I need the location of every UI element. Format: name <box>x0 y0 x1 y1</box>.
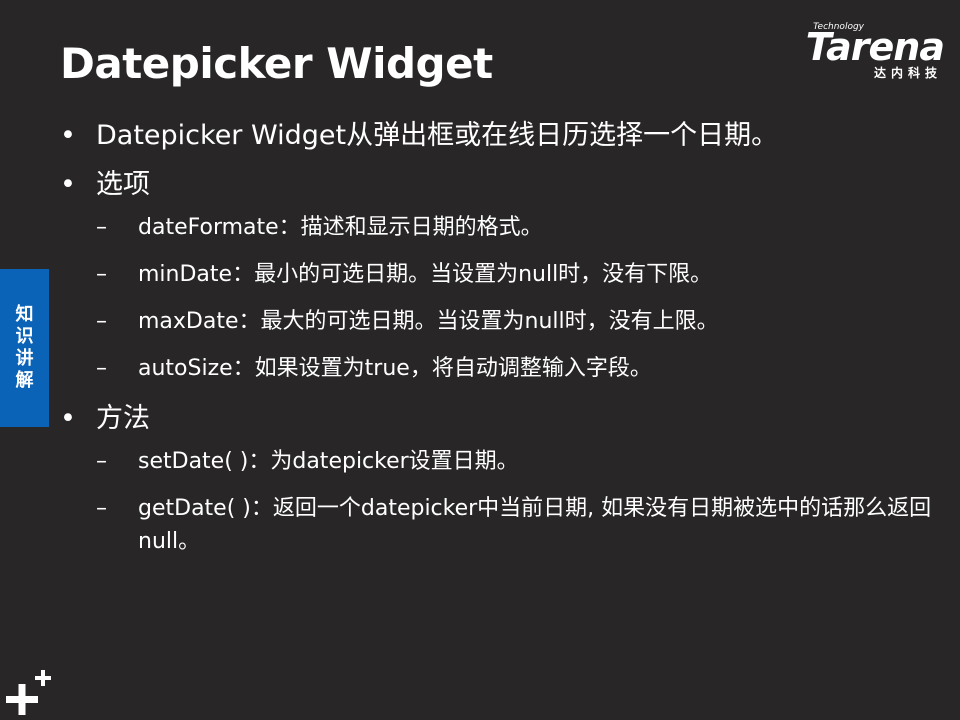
sub-item-text: maxDate：最大的可选日期。当设置为null时，没有上限。 <box>138 309 719 334</box>
sub-item-text: setDate( )：为datepicker设置日期。 <box>138 449 519 474</box>
sub-item: – dateFormate：描述和显示日期的格式。 <box>96 211 940 244</box>
bullet-marker: • <box>60 169 76 200</box>
bullet-item: • 选项 – dateFormate：描述和显示日期的格式。 – minDate：最小的可… <box>60 165 940 385</box>
sub-list: – dateFormate：描述和显示日期的格式。 – minDate：最小的可选日期… <box>96 211 940 385</box>
dash-marker: – <box>96 496 107 521</box>
slide: Datepicker Widget Technology Tarena 达内科技… <box>0 0 960 720</box>
sub-item-text: minDate：最小的可选日期。当设置为null时，没有下限。 <box>138 262 713 287</box>
side-tab-char: 知 <box>15 304 34 325</box>
sub-item: – maxDate：最大的可选日期。当设置为null时，没有上限。 <box>96 305 940 338</box>
bullet-marker: • <box>60 120 76 151</box>
sub-item: – setDate( )：为datepicker设置日期。 <box>96 445 940 478</box>
bullet-text: Datepicker Widget从弹出框或在线日历选择一个日期。 <box>96 120 779 151</box>
sub-item: – getDate( )：返回一个datepicker中当前日期, 如果没有日期被… <box>96 492 940 558</box>
bullet-item: • Datepicker Widget从弹出框或在线日历选择一个日期。 <box>60 116 940 156</box>
bullet-item: • 方法 – setDate( )：为datepicker设置日期。 – getDate(… <box>60 399 940 558</box>
sub-item: – minDate：最小的可选日期。当设置为null时，没有下限。 <box>96 258 940 291</box>
sub-item-text: dateFormate：描述和显示日期的格式。 <box>138 215 543 240</box>
sub-item-text: getDate( )：返回一个datepicker中当前日期, 如果没有日期被选… <box>138 496 932 554</box>
side-tab-char: 解 <box>15 370 34 391</box>
sub-list: – setDate( )：为datepicker设置日期。 – getDate( )：… <box>96 445 940 558</box>
side-tab-char: 识 <box>15 326 34 347</box>
bullet-text: 方法 <box>96 403 150 434</box>
dash-marker: – <box>96 309 107 334</box>
slide-title: Datepicker Widget <box>60 39 493 88</box>
side-tab-char: 讲 <box>15 348 34 369</box>
dash-marker: – <box>96 215 107 240</box>
dash-marker: – <box>96 262 107 287</box>
bullet-marker: • <box>60 403 76 434</box>
dash-marker: – <box>96 356 107 381</box>
plus-decoration-icon <box>6 670 51 715</box>
logo-chinese-name: 达内科技 <box>873 66 942 80</box>
bullet-list: • Datepicker Widget从弹出框或在线日历选择一个日期。 • 选项 – da… <box>60 116 940 572</box>
side-tab-knowledge: 知 识 讲 解 <box>0 269 49 427</box>
dash-marker: – <box>96 449 107 474</box>
tarena-logo: Technology Tarena 达内科技 <box>774 22 945 84</box>
logo-wordmark: Tarena <box>805 25 945 69</box>
sub-item: – autoSize：如果设置为true，将自动调整输入字段。 <box>96 352 940 385</box>
sub-item-text: autoSize：如果设置为true，将自动调整输入字段。 <box>138 356 652 381</box>
bullet-text: 选项 <box>96 169 150 200</box>
